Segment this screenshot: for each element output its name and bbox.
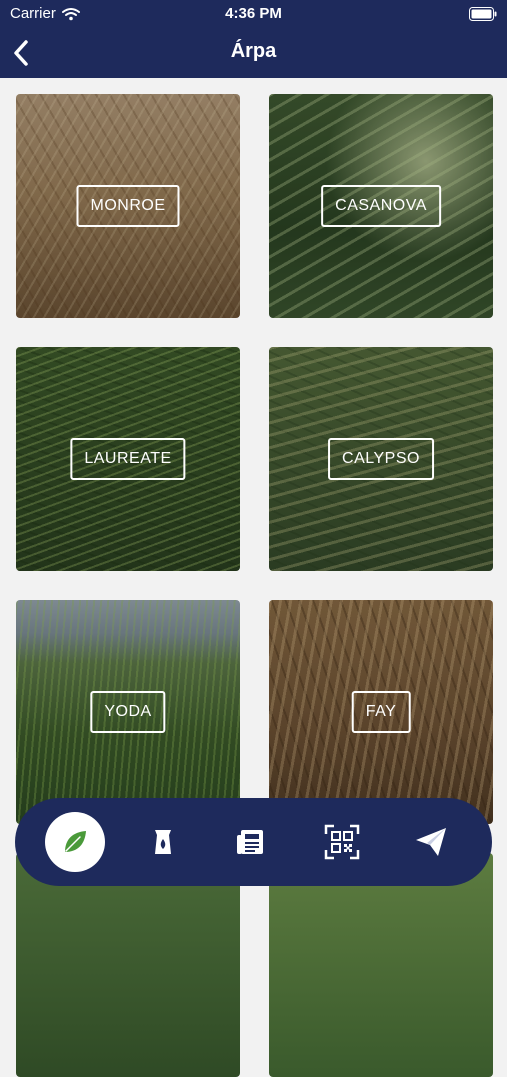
variety-label: MONROE <box>76 185 180 227</box>
status-bar: Carrier 4:36 PM <box>0 0 507 28</box>
variety-card-partial[interactable] <box>16 853 240 1077</box>
tab-qr-scan[interactable] <box>312 812 372 872</box>
tab-seeds[interactable] <box>133 812 193 872</box>
variety-card-monroe[interactable]: MONROE <box>16 94 240 318</box>
variety-label: FAY <box>351 691 411 733</box>
leaf-icon <box>65 831 86 852</box>
variety-label: YODA <box>90 691 166 733</box>
navigation-bar: Árpa <box>0 28 507 78</box>
variety-card-calypso[interactable]: CALYPSO <box>269 347 493 571</box>
variety-grid: MONROE CASANOVA LAUREATE CALYPSO YODA FA… <box>0 78 507 1077</box>
barley-photo <box>16 853 240 1077</box>
page-title: Árpa <box>230 40 277 62</box>
variety-card-partial[interactable] <box>269 853 493 1077</box>
battery-icon <box>469 7 497 21</box>
barley-photo <box>269 853 493 1077</box>
tab-send[interactable] <box>401 812 461 872</box>
variety-label: CALYPSO <box>328 438 434 480</box>
variety-label: LAUREATE <box>70 438 186 480</box>
variety-card-fay[interactable]: FAY <box>269 600 493 824</box>
newspaper-icon <box>237 830 263 854</box>
variety-card-laureate[interactable]: LAUREATE <box>16 347 240 571</box>
tab-varieties[interactable] <box>45 812 105 872</box>
variety-label: CASANOVA <box>321 185 441 227</box>
seed-bag-icon <box>155 830 171 854</box>
variety-card-casanova[interactable]: CASANOVA <box>269 94 493 318</box>
status-time: 4:36 PM <box>225 5 282 22</box>
tab-bar <box>15 798 492 886</box>
qr-code-icon <box>324 824 360 860</box>
variety-card-yoda[interactable]: YODA <box>16 600 240 824</box>
paper-plane-icon <box>416 828 446 856</box>
tab-news[interactable] <box>221 812 281 872</box>
